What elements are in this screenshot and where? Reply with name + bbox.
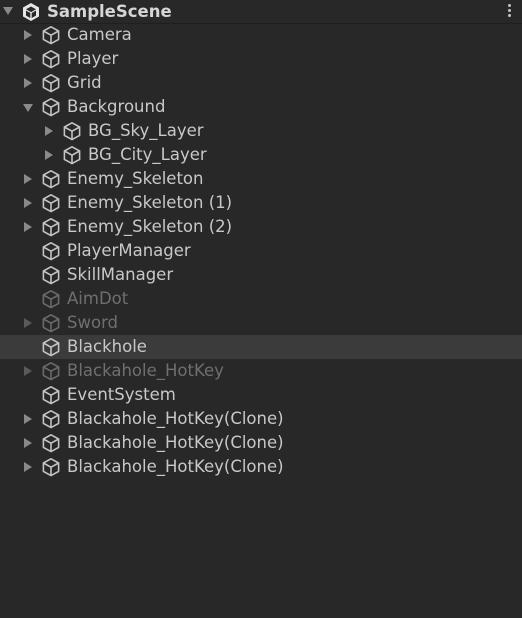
gameobject-cube-icon	[42, 50, 60, 69]
hierarchy-item-label: BG_City_Layer	[88, 145, 207, 164]
gameobject-cube-icon	[42, 194, 60, 213]
hierarchy-item-label: BG_Sky_Layer	[88, 121, 204, 140]
scene-header[interactable]: SampleScene	[0, 0, 522, 24]
gameobject-cube-icon	[42, 218, 60, 237]
gameobject-cube-icon	[42, 314, 60, 333]
hierarchy-item-label: Sword	[67, 313, 119, 332]
hierarchy-item[interactable]: Camera	[0, 23, 522, 47]
hierarchy-item-label: Background	[67, 97, 166, 116]
hierarchy-item[interactable]: Background	[0, 95, 522, 119]
chevron-right-icon[interactable]	[24, 78, 32, 88]
hierarchy-item[interactable]: Blackahole_HotKey(Clone)	[0, 407, 522, 431]
chevron-right-icon[interactable]	[24, 414, 32, 424]
hierarchy-item[interactable]: Blackahole_HotKey(Clone)	[0, 455, 522, 479]
hierarchy-item[interactable]: Enemy_Skeleton (2)	[0, 215, 522, 239]
chevron-right-icon[interactable]	[24, 198, 32, 208]
gameobject-cube-icon	[42, 290, 60, 309]
chevron-right-icon[interactable]	[24, 366, 32, 376]
hierarchy-item-label: Enemy_Skeleton (2)	[67, 217, 233, 236]
hierarchy-item[interactable]: Player	[0, 47, 522, 71]
gameobject-cube-icon	[42, 410, 60, 429]
hierarchy-item[interactable]: EventSystem	[0, 383, 522, 407]
gameobject-cube-icon	[42, 74, 60, 93]
chevron-right-icon[interactable]	[24, 438, 32, 448]
gameobject-cube-icon	[63, 146, 81, 165]
chevron-right-icon[interactable]	[24, 222, 32, 232]
hierarchy-item[interactable]: Enemy_Skeleton (1)	[0, 191, 522, 215]
gameobject-cube-icon	[42, 26, 60, 45]
gameobject-cube-icon	[42, 242, 60, 261]
hierarchy-item-label: Enemy_Skeleton	[67, 169, 204, 188]
hierarchy-item[interactable]: Enemy_Skeleton	[0, 167, 522, 191]
hierarchy-item-label: Camera	[67, 25, 132, 44]
scene-title: SampleScene	[47, 2, 172, 21]
hierarchy-item[interactable]: BG_City_Layer	[0, 143, 522, 167]
gameobject-cube-icon	[42, 338, 60, 357]
chevron-right-icon[interactable]	[45, 150, 53, 160]
hierarchy-item-label: Blackahole_HotKey(Clone)	[67, 433, 284, 452]
gameobject-cube-icon	[42, 434, 60, 453]
unity-logo-icon	[23, 3, 39, 21]
chevron-down-icon[interactable]	[3, 7, 13, 15]
hierarchy-item-label: Blackahole_HotKey	[67, 361, 224, 380]
hierarchy-item[interactable]: PlayerManager	[0, 239, 522, 263]
hierarchy-item-label: SkillManager	[67, 265, 174, 284]
hierarchy-item[interactable]: Blackhole	[0, 335, 522, 359]
chevron-right-icon[interactable]	[24, 318, 32, 328]
hierarchy-item-label: Player	[67, 49, 119, 68]
hierarchy-item[interactable]: Blackahole_HotKey	[0, 359, 522, 383]
hierarchy-item-label: Blackahole_HotKey(Clone)	[67, 409, 284, 428]
hierarchy-item-label: AimDot	[67, 289, 129, 308]
hierarchy-item-label: Enemy_Skeleton (1)	[67, 193, 233, 212]
gameobject-cube-icon	[63, 122, 81, 141]
hierarchy-item[interactable]: Grid	[0, 71, 522, 95]
gameobject-cube-icon	[42, 266, 60, 285]
gameobject-cube-icon	[42, 170, 60, 189]
hierarchy-item[interactable]: AimDot	[0, 287, 522, 311]
hierarchy-item-label: PlayerManager	[67, 241, 191, 260]
chevron-right-icon[interactable]	[24, 462, 32, 472]
chevron-right-icon[interactable]	[24, 174, 32, 184]
chevron-right-icon[interactable]	[24, 30, 32, 40]
gameobject-cube-icon	[42, 386, 60, 405]
gameobject-cube-icon	[42, 458, 60, 477]
chevron-right-icon[interactable]	[24, 54, 32, 64]
chevron-right-icon[interactable]	[45, 126, 53, 136]
hierarchy-item[interactable]: SkillManager	[0, 263, 522, 287]
gameobject-cube-icon	[42, 98, 60, 117]
hierarchy-item-label: Blackhole	[67, 337, 147, 356]
gameobject-cube-icon	[42, 362, 60, 381]
hierarchy-item[interactable]: Sword	[0, 311, 522, 335]
hierarchy-item[interactable]: BG_Sky_Layer	[0, 119, 522, 143]
hierarchy-item-label: Grid	[67, 73, 102, 92]
hierarchy-item[interactable]: Blackahole_HotKey(Clone)	[0, 431, 522, 455]
chevron-down-icon[interactable]	[23, 104, 33, 112]
hierarchy-item-label: EventSystem	[67, 385, 176, 404]
hierarchy-item-label: Blackahole_HotKey(Clone)	[67, 457, 284, 476]
kebab-menu-icon[interactable]	[505, 3, 513, 21]
